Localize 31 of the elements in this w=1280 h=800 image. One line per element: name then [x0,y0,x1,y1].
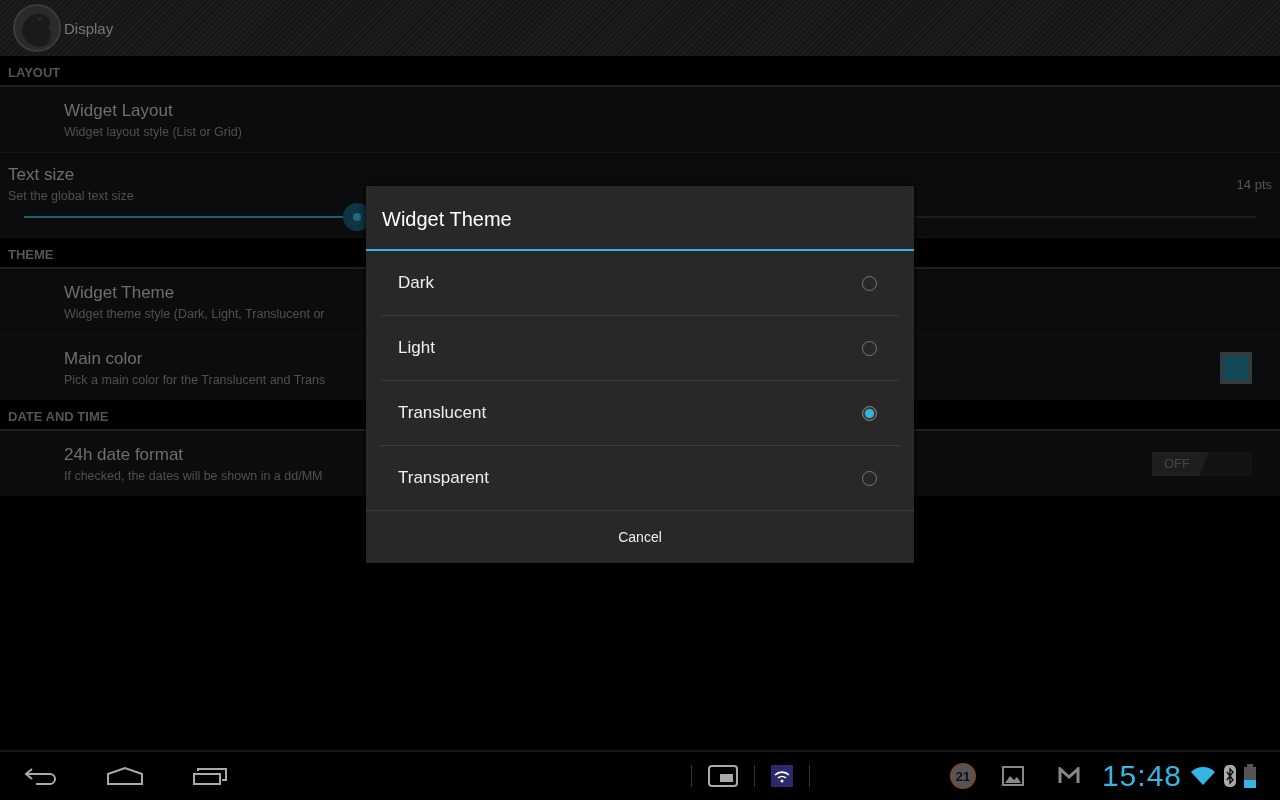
screen-title: Display [64,19,114,37]
recent-apps-icon[interactable] [192,766,228,786]
setting-title: Main color [64,348,143,369]
setting-summary: If checked, the dates will be shown in a dd/MM [64,468,323,483]
dialog-title: Widget Theme [366,186,914,251]
setting-title: Widget Layout [64,100,173,121]
setting-title: 24h date format [64,444,184,465]
image-icon[interactable] [1001,766,1024,786]
radio-option[interactable]: Light [381,316,899,381]
wifi-app-icon[interactable] [770,765,793,787]
bluetooth-icon [1224,765,1236,787]
radio-option[interactable]: Dark [381,251,899,316]
setting-value: 14 pts [1236,176,1272,192]
setting-summary: Widget theme style (Dark, Light, Translucent or [64,306,325,321]
clock[interactable]: 15:48 [1101,759,1182,793]
radio-option[interactable]: Translucent [381,381,899,446]
back-icon[interactable] [24,766,58,786]
setting-title: Text size [8,165,75,185]
setting-summary: Pick a main color for the Translucent and Trans [64,372,326,387]
mail-icon[interactable] [1057,767,1080,785]
home-icon[interactable] [106,766,144,786]
setting-title: Widget Theme [64,282,175,303]
cancel-button[interactable]: Cancel [366,510,914,563]
window-icon[interactable] [707,765,738,787]
color-swatch[interactable] [1220,351,1252,384]
battery-icon [1244,764,1256,788]
wifi-icon [1190,766,1216,786]
radio-option[interactable]: Transparent [381,446,899,510]
setting-summary: Widget layout style (List or Grid) [64,124,242,139]
radio-button[interactable] [862,405,877,421]
setting-summary: Set the global text size [8,189,134,203]
